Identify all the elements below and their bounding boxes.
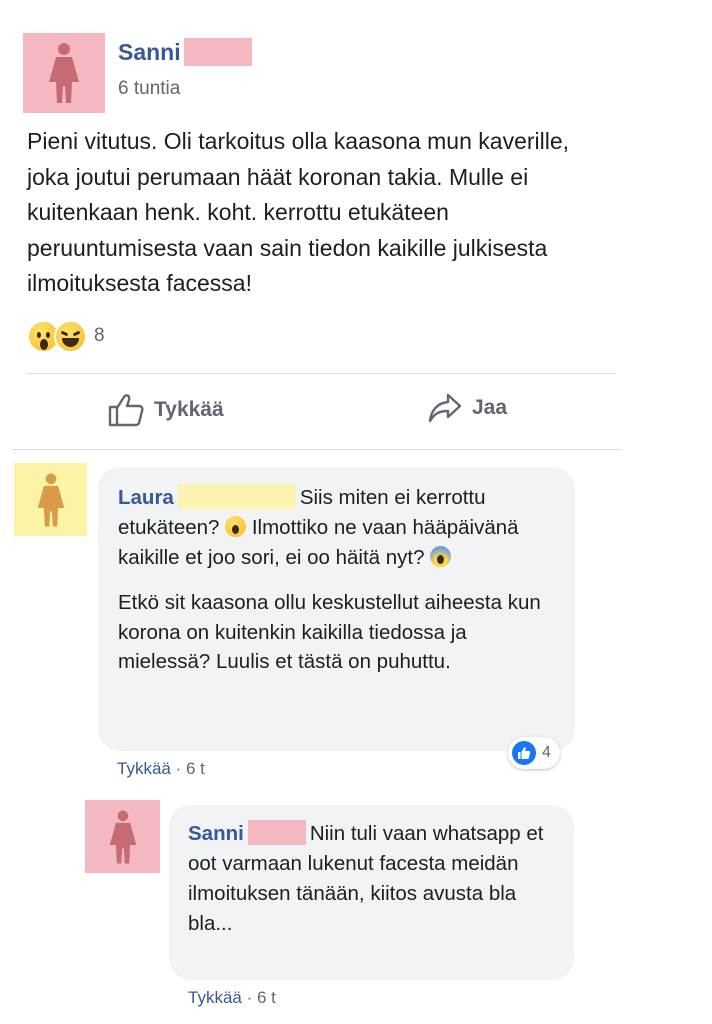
commenter-name[interactable]: Laura: [118, 486, 174, 509]
like-button[interactable]: Tykkää: [108, 393, 224, 427]
comment-text: Etkö sit kaasona ollu keskustellut aihee…: [118, 591, 541, 674]
comment-bubble: Laura Siis miten ei kerrottu etukäteen? I…: [98, 467, 575, 751]
post-author-name[interactable]: Sanni: [118, 38, 252, 66]
reply-like-link[interactable]: Tykkää: [188, 988, 242, 1007]
haha-icon: [54, 319, 87, 353]
reply-time[interactable]: 6 t: [257, 988, 276, 1007]
reply-author-avatar[interactable]: [85, 800, 160, 873]
reaction-count: 8: [94, 325, 105, 346]
female-user-icon: [37, 473, 64, 526]
comment-like-link[interactable]: Tykkää: [117, 759, 171, 778]
thumbs-up-icon: [108, 394, 144, 427]
scream-emoji-icon: [430, 545, 452, 567]
comment-meta: Tykkää · 6 t: [117, 759, 205, 778]
comment-like-badge[interactable]: 4: [508, 737, 560, 769]
reply-author-name[interactable]: Sanni: [188, 822, 244, 845]
comment-time[interactable]: 6 t: [186, 759, 205, 778]
reply-meta: Tykkää · 6 t: [188, 988, 276, 1007]
reply-bubble: Sanni Niin tuli vaan whatsapp et oot varm…: [169, 805, 574, 980]
like-label: Tykkää: [154, 398, 224, 421]
post-body: Pieni vitutus. Oli tarkoitus olla kaason…: [27, 128, 570, 296]
reactions-summary[interactable]: 8: [27, 318, 105, 354]
female-user-icon: [109, 810, 136, 863]
commenter-avatar[interactable]: [14, 463, 87, 536]
divider: [12, 449, 622, 450]
redacted-surname: [183, 38, 252, 66]
astonished-emoji-icon: [225, 516, 247, 538]
post-author-avatar[interactable]: [23, 33, 105, 113]
author-name[interactable]: Sanni: [118, 39, 181, 66]
divider: [27, 373, 615, 374]
redacted-surname: [177, 484, 296, 510]
redacted-surname: [247, 820, 306, 846]
like-reaction-icon: [512, 741, 536, 765]
female-user-icon: [49, 43, 79, 103]
post-timestamp[interactable]: 6 tuntia: [118, 78, 180, 100]
comment-like-count: 4: [542, 744, 551, 761]
share-label: Jaa: [472, 396, 508, 419]
share-button[interactable]: Jaa: [428, 393, 507, 423]
share-icon: [428, 393, 462, 423]
